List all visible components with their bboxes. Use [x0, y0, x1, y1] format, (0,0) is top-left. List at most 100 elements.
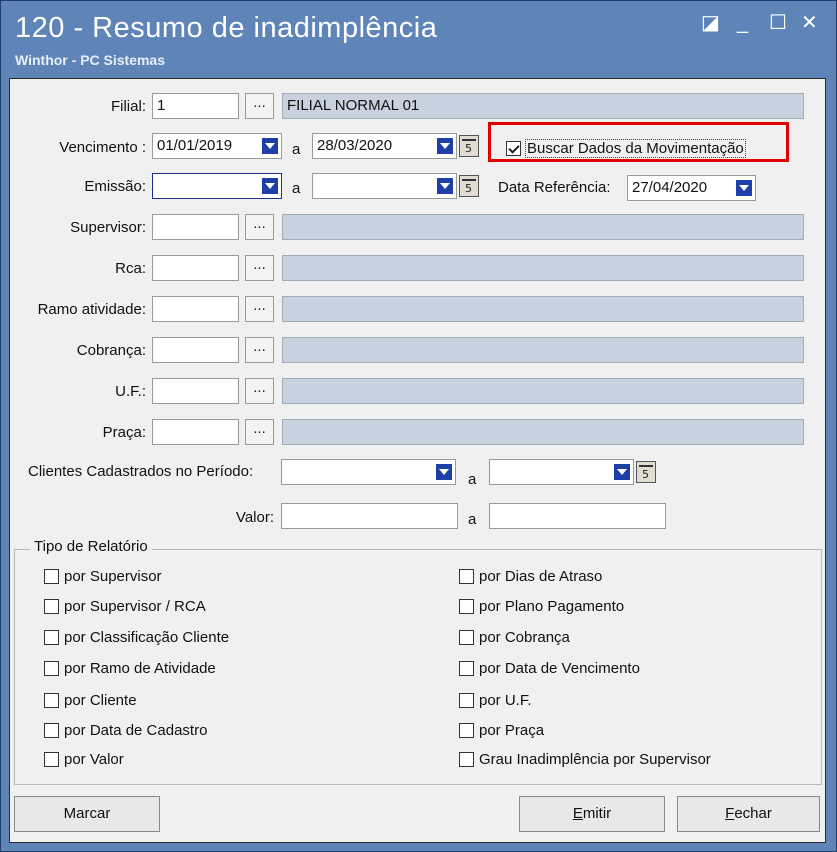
- calendar-icon[interactable]: [459, 135, 479, 157]
- praca-lookup-button[interactable]: ...: [245, 419, 274, 445]
- vencimento-label: Vencimento :: [59, 139, 146, 156]
- emissao-to-select[interactable]: [312, 173, 457, 199]
- filial-lookup-button[interactable]: ...: [245, 93, 274, 119]
- uf-description: [282, 378, 804, 404]
- valor-to-input[interactable]: [489, 503, 666, 529]
- por-praca-checkbox[interactable]: [459, 723, 474, 738]
- emissao-from-select[interactable]: [152, 173, 282, 199]
- por-dias-atraso-checkbox[interactable]: [459, 569, 474, 584]
- por-valor-label[interactable]: por Valor: [64, 751, 124, 768]
- cobranca-code-input[interactable]: [152, 337, 239, 363]
- por-uf-label[interactable]: por U.F.: [479, 692, 532, 709]
- ramo-atividade-lookup-button[interactable]: ...: [245, 296, 274, 322]
- emitir-button[interactable]: Emitir: [519, 796, 665, 832]
- calendar-icon[interactable]: [459, 175, 479, 197]
- praca-code-input[interactable]: [152, 419, 239, 445]
- data-referencia-select[interactable]: 27/04/2020: [627, 175, 756, 201]
- filial-description: FILIAL NORMAL 01: [282, 93, 804, 119]
- por-valor-checkbox[interactable]: [44, 752, 59, 767]
- emissao-label: Emissão:: [84, 178, 146, 195]
- marcar-button[interactable]: Marcar: [14, 796, 160, 832]
- restore-icon[interactable]: ◪: [701, 13, 720, 33]
- buscar-dados-checkbox[interactable]: [506, 141, 521, 156]
- emissao-separator: a: [292, 180, 301, 197]
- vencimento-to-select[interactable]: 28/03/2020: [312, 133, 457, 159]
- cobranca-lookup-button[interactable]: ...: [245, 337, 274, 363]
- valor-label: Valor:: [235, 509, 274, 526]
- rca-code-input[interactable]: [152, 255, 239, 281]
- por-ramo-atividade-label[interactable]: por Ramo de Atividade: [64, 660, 216, 677]
- emitir-mnemonic: E: [572, 805, 583, 822]
- valor-from-input[interactable]: [281, 503, 458, 529]
- uf-lookup-button[interactable]: ...: [245, 378, 274, 404]
- vencimento-from-value: 01/01/2019: [157, 137, 233, 154]
- por-cobranca-label[interactable]: por Cobrança: [479, 629, 570, 646]
- fechar-mnemonic: F: [725, 805, 735, 822]
- maximize-icon[interactable]: ☐: [769, 13, 787, 33]
- supervisor-lookup-button[interactable]: ...: [245, 214, 274, 240]
- form-area: Filial: 1 ... FILIAL NORMAL 01 Venciment…: [9, 78, 826, 843]
- supervisor-label: Supervisor:: [70, 219, 146, 236]
- ramo-atividade-code-input[interactable]: [152, 296, 239, 322]
- por-supervisor-rca-label[interactable]: por Supervisor / RCA: [64, 598, 206, 615]
- chevron-down-icon[interactable]: [736, 180, 752, 196]
- rca-label: Rca:: [115, 260, 146, 277]
- por-supervisor-rca-checkbox[interactable]: [44, 599, 59, 614]
- por-dias-atraso-label[interactable]: por Dias de Atraso: [479, 568, 602, 585]
- vencimento-from-select[interactable]: 01/01/2019: [152, 133, 282, 159]
- por-cobranca-checkbox[interactable]: [459, 630, 474, 645]
- por-praca-label[interactable]: por Praça: [479, 722, 544, 739]
- clientes-separator: a: [468, 471, 477, 488]
- fechar-label: echar: [734, 805, 772, 822]
- ramo-atividade-description: [282, 296, 804, 322]
- valor-separator: a: [468, 511, 477, 528]
- clientes-from-select[interactable]: [281, 459, 456, 485]
- ramo-atividade-label: Ramo atividade:: [37, 301, 146, 318]
- minimize-icon[interactable]: _: [737, 13, 748, 33]
- por-data-vencimento-label[interactable]: por Data de Vencimento: [479, 660, 640, 677]
- por-classificacao-cliente-label[interactable]: por Classificação Cliente: [64, 629, 229, 646]
- filial-code-input[interactable]: 1: [152, 93, 239, 119]
- calendar-icon[interactable]: [636, 461, 656, 483]
- por-supervisor-checkbox[interactable]: [44, 569, 59, 584]
- data-referencia-label: Data Referência:: [498, 179, 611, 196]
- uf-code-input[interactable]: [152, 378, 239, 404]
- window-subtitle: Winthor - PC Sistemas: [15, 52, 166, 68]
- por-uf-checkbox[interactable]: [459, 693, 474, 708]
- chevron-down-icon[interactable]: [436, 464, 452, 480]
- chevron-down-icon[interactable]: [262, 138, 278, 154]
- data-referencia-value: 27/04/2020: [632, 179, 708, 196]
- cobranca-description: [282, 337, 804, 363]
- app-window: 120 - Resumo de inadimplência Winthor - …: [0, 0, 837, 852]
- uf-label: U.F.:: [115, 383, 146, 400]
- vencimento-separator: a: [292, 141, 301, 158]
- supervisor-code-input[interactable]: [152, 214, 239, 240]
- por-data-cadastro-label[interactable]: por Data de Cadastro: [64, 722, 207, 739]
- por-ramo-atividade-checkbox[interactable]: [44, 661, 59, 676]
- filial-label: Filial:: [110, 98, 146, 115]
- buscar-dados-label[interactable]: Buscar Dados da Movimentação: [525, 139, 746, 158]
- por-plano-pagamento-checkbox[interactable]: [459, 599, 474, 614]
- praca-label: Praça:: [102, 424, 146, 441]
- grau-inadimplencia-checkbox[interactable]: [459, 752, 474, 767]
- vencimento-to-value: 28/03/2020: [317, 137, 393, 154]
- supervisor-description: [282, 214, 804, 240]
- fechar-button[interactable]: Fechar: [677, 796, 820, 832]
- chevron-down-icon[interactable]: [437, 178, 453, 194]
- close-icon[interactable]: ✕: [801, 13, 818, 33]
- clientes-to-select[interactable]: [489, 459, 634, 485]
- chevron-down-icon[interactable]: [262, 178, 278, 194]
- por-cliente-label[interactable]: por Cliente: [64, 692, 137, 709]
- window-title: 120 - Resumo de inadimplência: [15, 12, 438, 44]
- por-supervisor-label[interactable]: por Supervisor: [64, 568, 162, 585]
- chevron-down-icon[interactable]: [614, 464, 630, 480]
- por-data-cadastro-checkbox[interactable]: [44, 723, 59, 738]
- por-classificacao-cliente-checkbox[interactable]: [44, 630, 59, 645]
- rca-lookup-button[interactable]: ...: [245, 255, 274, 281]
- grau-inadimplencia-label[interactable]: Grau Inadimplência por Supervisor: [479, 751, 711, 768]
- por-cliente-checkbox[interactable]: [44, 693, 59, 708]
- por-plano-pagamento-label[interactable]: por Plano Pagamento: [479, 598, 624, 615]
- chevron-down-icon[interactable]: [437, 138, 453, 154]
- praca-description: [282, 419, 804, 445]
- por-data-vencimento-checkbox[interactable]: [459, 661, 474, 676]
